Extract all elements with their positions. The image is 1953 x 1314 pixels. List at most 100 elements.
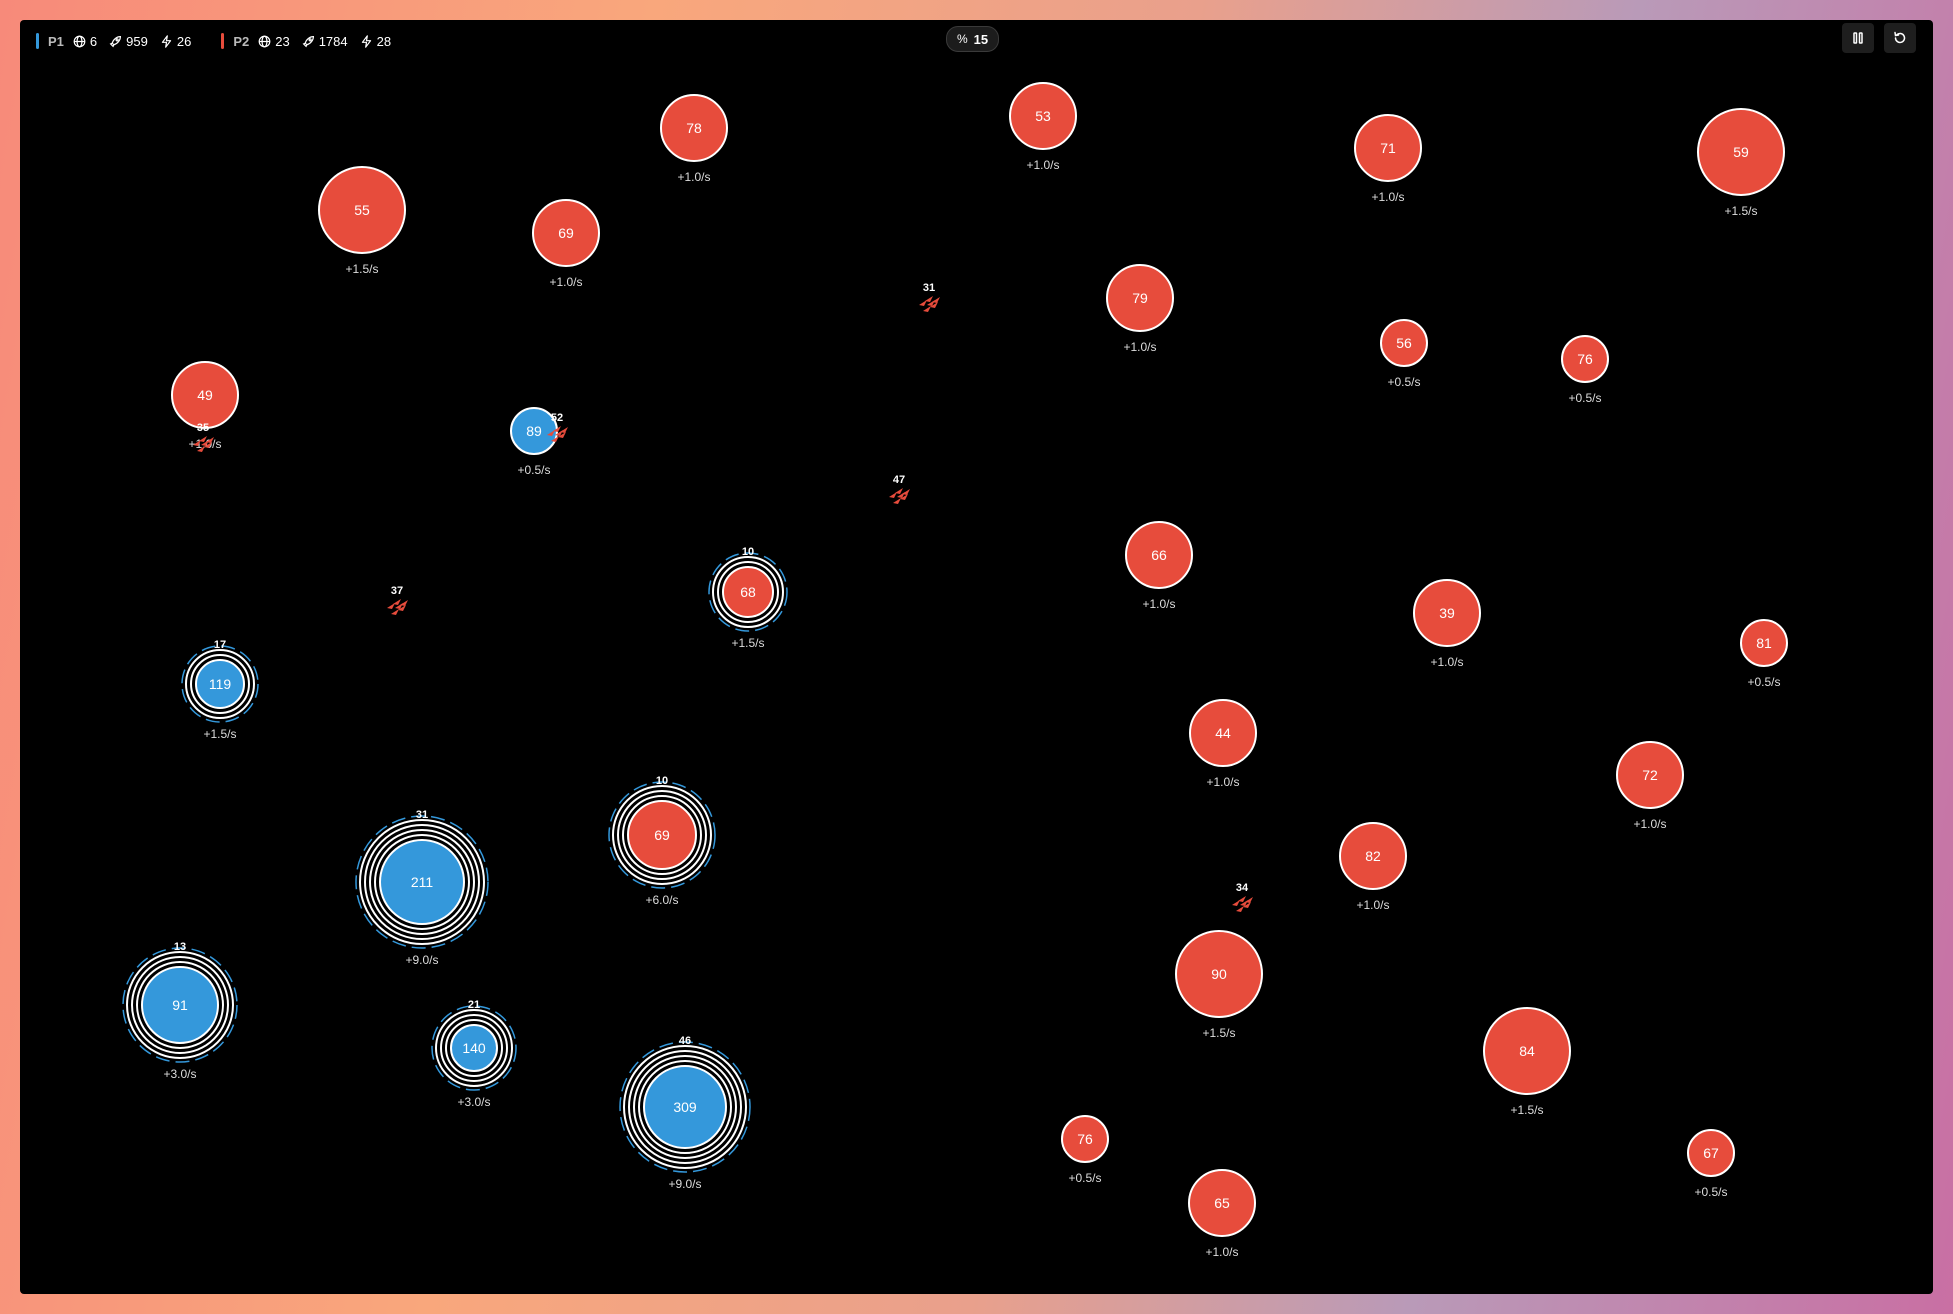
planet-units: 53	[1035, 108, 1051, 124]
send-percentage-badge[interactable]: % 15	[946, 26, 1000, 52]
planet-rate: +1.0/s	[1142, 597, 1175, 611]
fleet-count: 34	[1236, 882, 1249, 894]
restart-button[interactable]	[1884, 23, 1916, 53]
planet-units: 49	[197, 387, 213, 403]
planet-rate: +9.0/s	[405, 953, 438, 967]
planet[interactable]: 69 +1.0/s	[532, 199, 600, 289]
planet-rate: +1.0/s	[1356, 898, 1389, 912]
planet-units: 119	[209, 676, 232, 692]
planet-rate: +0.5/s	[1387, 375, 1420, 389]
planet-shield-count: 31	[416, 809, 428, 821]
game-board[interactable]: 78 +1.0/s 53 +1.0/s 71 +1.0/s 59 +1.5/s 55 +1.5/s…	[20, 20, 1933, 1294]
planet[interactable]: 55 +1.5/s	[318, 166, 406, 276]
player-1-planets: 6	[73, 34, 97, 49]
pause-icon	[1853, 32, 1863, 44]
fleet-count: 37	[391, 585, 403, 597]
ship-icon	[893, 498, 901, 504]
planet[interactable]: 211 +9.0/s 31	[355, 809, 489, 967]
player-1-stats: P1 6 959 26	[36, 33, 203, 49]
planet[interactable]: 71 +1.0/s	[1354, 114, 1422, 204]
player-2-color-bar	[221, 33, 225, 49]
planet[interactable]: 76 +0.5/s	[1061, 1115, 1109, 1185]
planet[interactable]: 78 +1.0/s	[660, 94, 728, 184]
planet-units: 84	[1519, 1043, 1535, 1059]
restart-icon	[1894, 31, 1906, 44]
planet-rate: +6.0/s	[645, 893, 678, 907]
planet-units: 89	[526, 423, 542, 439]
planet-rate: +0.5/s	[1747, 675, 1780, 689]
planet[interactable]: 81 +0.5/s	[1740, 619, 1788, 689]
planet-units: 211	[411, 874, 434, 890]
planet-rate: +1.0/s	[1206, 775, 1239, 789]
planet-rate: +0.5/s	[517, 463, 550, 477]
planet[interactable]: 84 +1.5/s	[1483, 1007, 1571, 1117]
planet-units: 44	[1215, 725, 1231, 741]
planet-rate: +1.0/s	[1205, 1245, 1238, 1259]
planet-units: 78	[686, 120, 702, 136]
planet-shield-count: 10	[656, 775, 668, 787]
player-2-stats: P2 23 1784 28	[221, 33, 403, 49]
player-2-planets: 23	[258, 34, 290, 49]
planet-units: 39	[1439, 605, 1455, 621]
planet-units: 76	[1577, 351, 1593, 367]
planet[interactable]: 91 +3.0/s 13	[122, 941, 238, 1081]
planet-units: 90	[1211, 966, 1227, 982]
planet[interactable]: 44 +1.0/s	[1189, 699, 1257, 789]
planet-rate: +1.0/s	[1371, 190, 1404, 204]
planet-rate: +1.0/s	[549, 275, 582, 289]
score-hud: P1 6 959 26 P2 23 1784 28	[36, 28, 421, 54]
fleet[interactable]: 31	[919, 282, 940, 312]
ship-icon	[925, 296, 933, 302]
planet[interactable]: 39 +1.0/s	[1413, 579, 1481, 669]
globe-icon	[258, 35, 271, 47]
planet-rate: +1.0/s	[677, 170, 710, 184]
planet[interactable]: 76 +0.5/s	[1561, 335, 1609, 405]
planet-shield-count: 10	[742, 546, 754, 558]
planet-rate: +1.5/s	[203, 727, 236, 741]
rocket-icon	[302, 35, 314, 47]
planet[interactable]: 56 +0.5/s	[1380, 319, 1428, 389]
planet-rate: +1.0/s	[1633, 817, 1666, 831]
planet-rate: +0.5/s	[1568, 391, 1601, 405]
planet[interactable]: 90 +1.5/s	[1175, 930, 1263, 1040]
ship-icon	[895, 488, 903, 494]
fleet[interactable]: 37	[387, 585, 408, 615]
planet[interactable]: 79 +1.0/s	[1106, 264, 1174, 354]
planet[interactable]: 59 +1.5/s	[1697, 108, 1785, 218]
planet-rate: +1.0/s	[1430, 655, 1463, 669]
planet-units: 69	[558, 225, 574, 241]
planet[interactable]: 119 +1.5/s 17	[181, 639, 259, 741]
fleet[interactable]: 34	[1232, 882, 1253, 912]
planet[interactable]: 140 +3.0/s 21	[431, 999, 517, 1109]
planet-units: 81	[1756, 635, 1772, 651]
planet[interactable]: 68 +1.5/s 10	[708, 546, 788, 650]
planet[interactable]: 82 +1.0/s	[1339, 822, 1407, 912]
player-2-ship-count: 1784	[318, 33, 348, 49]
player-1-power-value: 26	[176, 33, 192, 49]
player-2-power: 28	[360, 34, 391, 49]
planet-units: 71	[1380, 140, 1396, 156]
pause-button[interactable]	[1842, 23, 1874, 53]
planet[interactable]: 67 +0.5/s	[1687, 1129, 1735, 1199]
planet-rate: +1.5/s	[1724, 204, 1757, 218]
planet[interactable]: 66 +1.0/s	[1125, 521, 1193, 611]
planet-units: 55	[354, 202, 370, 218]
ship-icon	[923, 306, 931, 312]
player-2-name: P2	[233, 33, 250, 49]
planet[interactable]: 53 +1.0/s	[1009, 82, 1077, 172]
fleet-count: 47	[893, 474, 905, 486]
planet-shield-count: 13	[174, 941, 186, 953]
planet-shield-count: 17	[214, 639, 226, 651]
planet[interactable]: 309 +9.0/s 46	[619, 1035, 751, 1191]
planet[interactable]: 72 +1.0/s	[1616, 741, 1684, 831]
planet-rate: +0.5/s	[1068, 1171, 1101, 1185]
planet[interactable]: 65 +1.0/s	[1188, 1169, 1256, 1259]
fleet-count: 35	[197, 422, 209, 434]
planet[interactable]: 69 +6.0/s 10	[608, 775, 716, 907]
game-map[interactable]: 78 +1.0/s 53 +1.0/s 71 +1.0/s 59 +1.5/s 55 +1.5/s…	[20, 20, 1933, 1294]
player-1-ships: 959	[109, 34, 148, 49]
fleet[interactable]: 47	[889, 474, 910, 504]
planet-units: 72	[1642, 767, 1658, 783]
fleet-count: 52	[551, 412, 563, 424]
planet-rate: +3.0/s	[457, 1095, 490, 1109]
